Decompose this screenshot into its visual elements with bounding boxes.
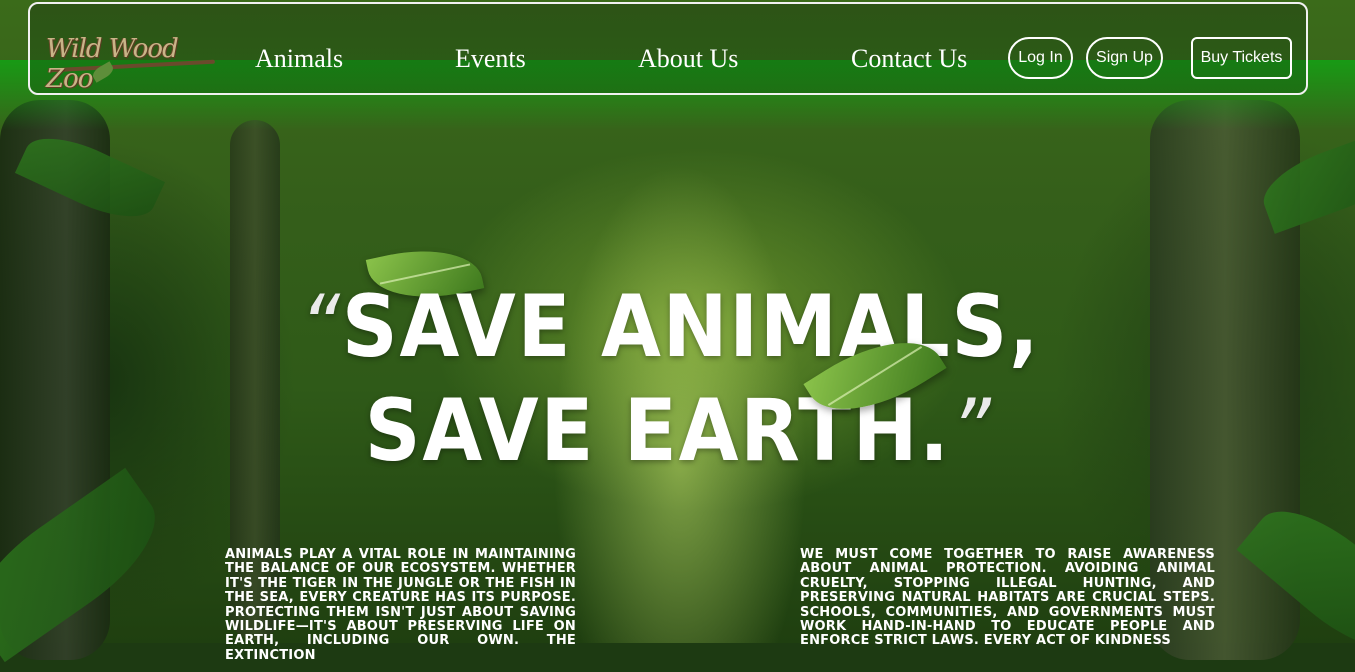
wild-wood-zoo-logo[interactable]: Wild Wood Zoo	[46, 34, 221, 94]
nav-link-animals[interactable]: Animals	[255, 44, 343, 74]
nav-link-events[interactable]: Events	[455, 44, 526, 74]
login-button[interactable]: Log In	[1008, 37, 1073, 79]
buy-tickets-button[interactable]: Buy Tickets	[1191, 37, 1292, 79]
nav-link-about-us[interactable]: About Us	[638, 44, 738, 74]
paragraph-right: We must come together to raise awareness…	[800, 547, 1215, 649]
close-quote-mark: ”	[950, 381, 993, 481]
signup-button[interactable]: Sign Up	[1086, 37, 1163, 79]
paragraph-left: Animals play a vital role in maintaining…	[225, 547, 576, 663]
nav-link-contact-us[interactable]: Contact Us	[851, 44, 967, 74]
open-quote-mark: “	[300, 277, 342, 377]
logo-text: Wild Wood Zoo	[46, 34, 179, 94]
navbar: Wild Wood Zoo Animals Events About Us Co…	[28, 2, 1308, 95]
